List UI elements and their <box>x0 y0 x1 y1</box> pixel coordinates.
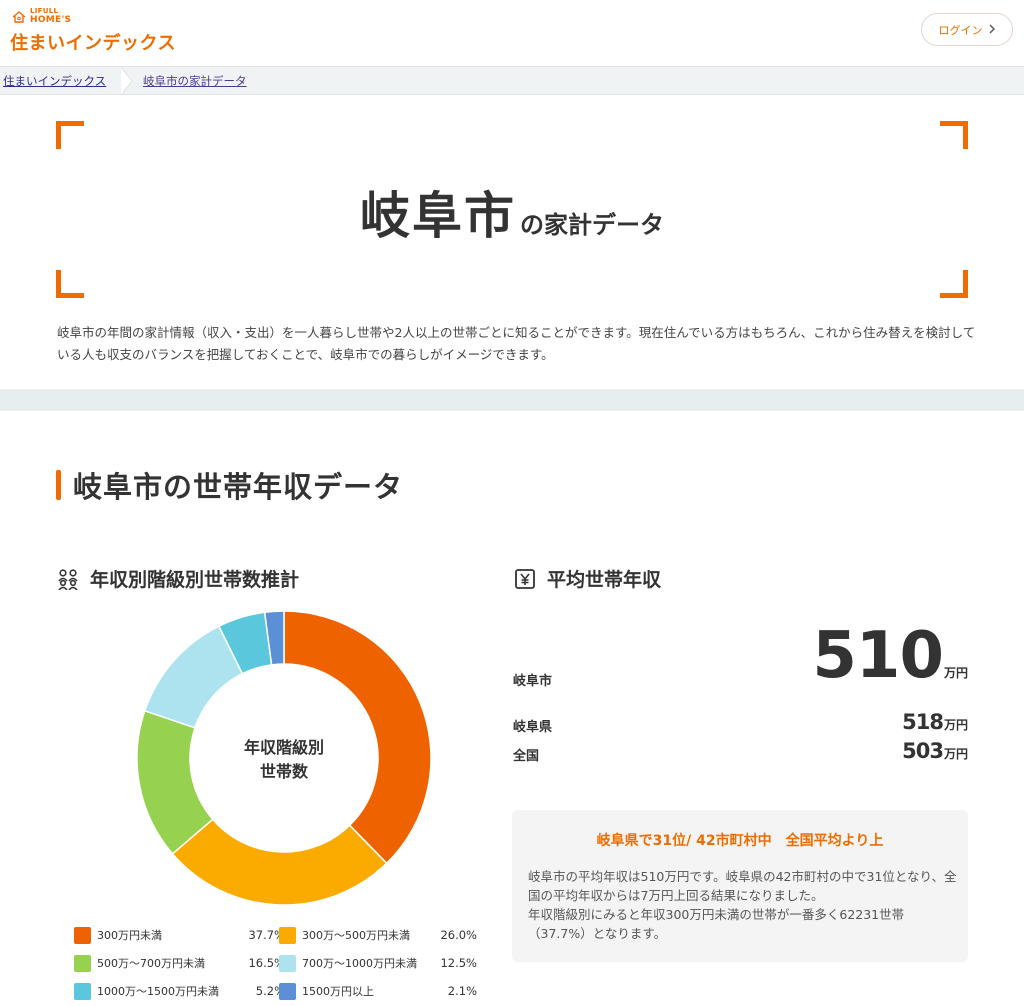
ranking-headline: 岐阜県で31位/ 42市町村中 全国平均より上 <box>596 833 884 849</box>
page-title-city: 岐阜市 <box>360 187 516 245</box>
site-title[interactable]: 住まいインデックス <box>10 29 176 55</box>
section-divider-band <box>0 389 1024 411</box>
donut-center-label: 年収階級別 世帯数 <box>137 736 431 784</box>
page-title-suffix: の家計データ <box>520 211 664 239</box>
legend-item: 300万～500万円未満 <box>279 924 410 946</box>
breadcrumb-item-home[interactable]: 住まいインデックス <box>3 73 106 89</box>
logo-brand-line2: HOME'S <box>30 15 72 25</box>
frame-corner-top-right <box>940 121 968 149</box>
average-income-heading: 平均世帯年収 <box>513 565 661 592</box>
donut-center-line1: 年収階級別 <box>243 738 324 757</box>
income-label-city: 岐阜市 <box>513 674 553 689</box>
legend-swatch <box>74 954 91 972</box>
people-icon <box>56 567 80 591</box>
income-row-pref: 岐阜県 518万円 <box>513 708 968 736</box>
income-unit: 万円 <box>943 666 968 680</box>
income-number-nation: 503 <box>902 739 944 763</box>
section-heading-accent <box>56 470 61 500</box>
frame-corner-top-left <box>56 121 84 149</box>
income-unit: 万円 <box>943 718 968 732</box>
legend-item: 1500万円以上 <box>279 980 374 1002</box>
legend-percent: 37.7% <box>248 928 285 942</box>
frame-corner-bottom-left <box>56 270 84 298</box>
legend-item: 300万円未満 <box>74 924 162 946</box>
income-value-nation: 503万円 <box>902 737 968 765</box>
legend-label: 700万～1000万円未満 <box>302 957 417 970</box>
legend-label: 300万～500万円未満 <box>302 929 410 942</box>
legend-item: 500万～700万円未満 <box>74 952 205 974</box>
income-unit: 万円 <box>943 747 968 761</box>
legend-swatch <box>74 982 91 1000</box>
legend-item: 700万～1000万円未満 <box>279 952 417 974</box>
frame-corner-bottom-right <box>940 270 968 298</box>
page-description: 岐阜市の年間の家計情報（収入・支出）を一人暮らし世帯や2人以上の世帯ごとに知るこ… <box>57 325 976 362</box>
donut-center-line2: 世帯数 <box>259 762 308 781</box>
section-heading: 岐阜市の世帯年収データ <box>56 468 403 504</box>
section-heading-text: 岐阜市の世帯年収データ <box>73 470 404 504</box>
legend-label: 300万円未満 <box>97 929 162 942</box>
legend-swatch <box>74 926 91 944</box>
legend-label: 1500万円以上 <box>302 985 374 998</box>
average-income-heading-text: 平均世帯年収 <box>547 569 662 591</box>
income-label-pref: 岐阜県 <box>513 720 553 735</box>
legend-percent: 16.5% <box>248 956 285 970</box>
chevron-right-icon <box>988 23 996 37</box>
legend-swatch <box>279 926 296 944</box>
legend-label: 1000万～1500万円未満 <box>97 985 219 998</box>
breadcrumb-item-current[interactable]: 岐阜市の家計データ <box>143 73 247 89</box>
legend-percent: 5.2% <box>255 984 285 998</box>
legend-percent: 26.0% <box>440 928 477 942</box>
legend-label: 500万～700万円未満 <box>97 957 205 970</box>
distribution-heading: 年収別階級別世帯数推計 <box>56 565 299 592</box>
legend-swatch <box>279 954 296 972</box>
income-label-nation: 全国 <box>513 749 540 764</box>
login-button-label: ログイン <box>938 23 983 37</box>
legend-item: 1000万～1500万円未満 <box>74 980 219 1002</box>
yen-icon <box>513 567 537 591</box>
donut-slice <box>171 818 388 906</box>
income-value-city: 510万円 <box>812 620 968 692</box>
income-row-city: 岐阜市 510万円 <box>513 620 968 692</box>
logo[interactable]: LIFULL HOME'S <box>12 8 71 25</box>
legend-percent: 12.5% <box>440 956 477 970</box>
income-value-pref: 518万円 <box>902 708 968 736</box>
income-number-pref: 518 <box>902 710 944 734</box>
legend-percent: 2.1% <box>447 984 477 998</box>
breadcrumb-separator-icon <box>120 66 134 96</box>
chart-legend: 300万円未満 37.7% 300万～500万円未満 26.0% 500万～70… <box>74 924 478 1006</box>
breadcrumb: 住まいインデックス 岐阜市の家計データ <box>0 66 1024 96</box>
distribution-heading-text: 年収別階級別世帯数推計 <box>90 569 300 591</box>
site-header: LIFULL HOME'S 住まいインデックス ログイン <box>0 0 1024 67</box>
page-title: 岐阜市 の家計データ <box>0 176 1024 248</box>
ranking-description: 岐阜市の平均年収は510万円です。岐阜県の42市町村の中で31位となり、全国の平… <box>528 869 957 941</box>
legend-swatch <box>279 982 296 1000</box>
ranking-summary-box: 岐阜県で31位/ 42市町村中 全国平均より上 岐阜市の平均年収は510万円です… <box>512 810 968 962</box>
login-button[interactable]: ログイン <box>921 13 1013 46</box>
income-number-city: 510 <box>812 619 944 693</box>
house-logo-icon <box>12 10 26 23</box>
logo-brand-line1: LIFULL <box>30 7 59 15</box>
income-row-nation: 全国 503万円 <box>513 737 968 765</box>
